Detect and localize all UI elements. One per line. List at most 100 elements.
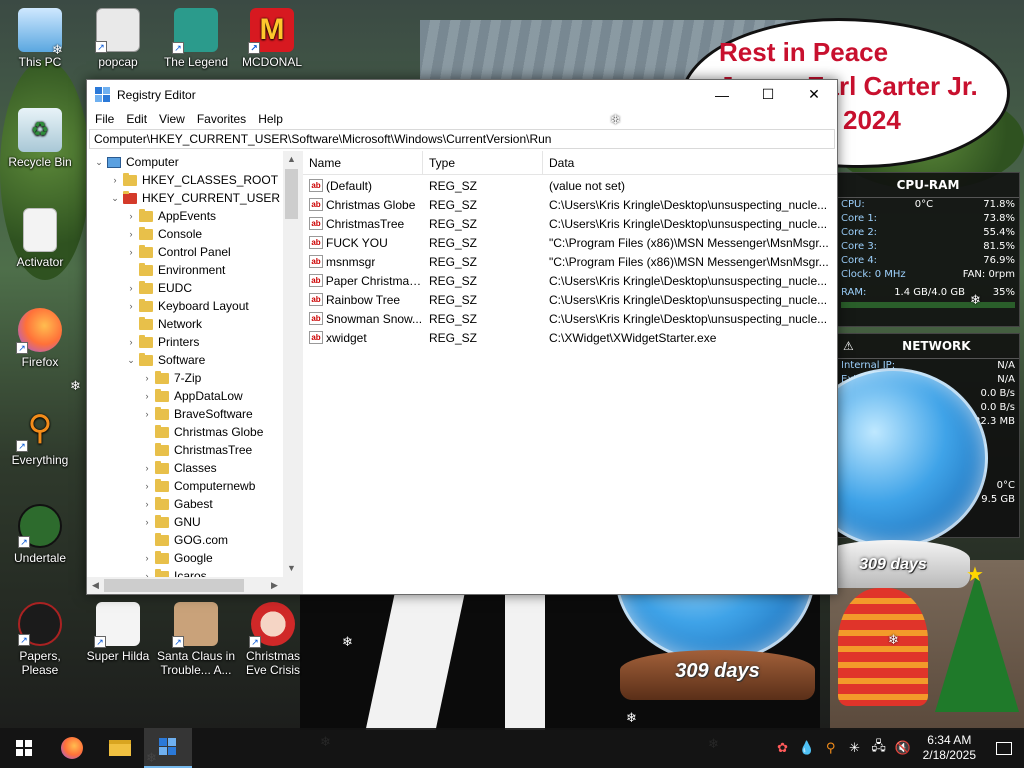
desktop-icon-the-legend[interactable]: ↗ The Legend [158, 8, 234, 69]
desktop-icon-santa-claus-in-trouble[interactable]: ↗ Santa Claus in Trouble... A... [156, 602, 236, 677]
tray-drop-icon[interactable]: 💧 [795, 740, 819, 756]
expand-chevron-icon[interactable]: › [125, 301, 137, 311]
taskbar-registry-editor[interactable] [144, 728, 192, 768]
column-header-data[interactable]: Data [543, 151, 833, 175]
start-button[interactable] [0, 728, 48, 768]
tree-node[interactable]: Christmas Globe [87, 423, 283, 441]
tree-node[interactable]: › BraveSoftware [87, 405, 283, 423]
desktop-icon-christmas-eve-crisis[interactable]: ↗ Christmas Eve Crisis [235, 602, 311, 677]
column-header-type[interactable]: Type [423, 150, 543, 175]
tree-node[interactable]: › Google [87, 549, 283, 567]
tree-node[interactable]: › AppEvents [87, 207, 283, 225]
tree-node[interactable]: › 7-Zip [87, 369, 283, 387]
tree-node[interactable]: › AppDataLow [87, 387, 283, 405]
collapse-chevron-icon[interactable]: ⌄ [109, 193, 121, 204]
scroll-left-arrow-icon[interactable]: ◀ [87, 577, 104, 594]
expand-chevron-icon[interactable]: › [141, 517, 153, 527]
desktop-icon-papers-please[interactable]: ↗ Papers, Please [2, 602, 78, 677]
value-data: C:\XWidget\XWidgetStarter.exe [549, 330, 717, 345]
registry-value-row[interactable]: ab Rainbow Tree REG_SZ C:\Users\Kris Kringl… [303, 290, 837, 309]
key-tree-pane[interactable]: ⌄ Computer › HKEY_CLASSES_ROOT ⌄ HKEY_CU… [87, 151, 303, 594]
expand-chevron-icon[interactable]: › [125, 247, 137, 257]
menu-file[interactable]: File [89, 112, 120, 126]
tray-gifts-icon[interactable]: ✿ [771, 740, 795, 756]
desktop-icon-activator[interactable]: Activator [2, 208, 78, 269]
scrollbar-thumb[interactable] [104, 579, 244, 592]
menu-edit[interactable]: Edit [120, 112, 153, 126]
tree-node-computer[interactable]: ⌄ Computer [87, 153, 283, 171]
registry-value-row[interactable]: ab xwidget REG_SZ C:\XWidget\XWidgetStarter… [303, 328, 837, 347]
taskbar-clock[interactable]: 6:34 AM 2/18/2025 [915, 733, 984, 763]
values-list-pane[interactable]: Name Type Data ab (Default) REG_SZ (value n… [303, 150, 837, 594]
minimize-button[interactable]: — [699, 80, 745, 109]
registry-editor-window[interactable]: Registry Editor — ☐ ✕ File Edit View Fav… [86, 79, 838, 595]
menu-favorites[interactable]: Favorites [191, 112, 252, 126]
scroll-up-arrow-icon[interactable]: ▲ [283, 151, 300, 168]
maximize-button[interactable]: ☐ [745, 80, 791, 109]
scroll-right-arrow-icon[interactable]: ▶ [266, 577, 283, 594]
tree-node[interactable]: › Gabest [87, 495, 283, 513]
desktop-icon-firefox[interactable]: ↗ Firefox [2, 308, 78, 369]
expand-chevron-icon[interactable]: › [141, 409, 153, 419]
desktop-icon-super-hilda[interactable]: ↗ Super Hilda [80, 602, 156, 663]
desktop-icon-recycle-bin[interactable]: ♻ Recycle Bin [2, 108, 78, 169]
tree-node[interactable]: › Printers [87, 333, 283, 351]
registry-value-row[interactable]: ab Christmas Globe REG_SZ C:\Users\Kris Kri… [303, 195, 837, 214]
menu-view[interactable]: View [153, 112, 191, 126]
desktop-icon-this-pc[interactable]: This PC [2, 8, 78, 69]
registry-value-row[interactable]: ab Paper Christmas... REG_SZ C:\Users\Kris … [303, 271, 837, 290]
registry-value-row[interactable]: ab Snowman Snow... REG_SZ C:\Users\Kris Kri… [303, 309, 837, 328]
tree-node-software[interactable]: ⌄ Software [87, 351, 283, 369]
scrollbar-thumb[interactable] [285, 169, 298, 219]
desktop-icon-mcdonald[interactable]: M ↗ MCDONAL [234, 8, 310, 69]
expand-chevron-icon[interactable]: › [125, 211, 137, 221]
close-button[interactable]: ✕ [791, 80, 837, 109]
tree-node[interactable]: › Keyboard Layout [87, 297, 283, 315]
taskbar-firefox[interactable] [48, 728, 96, 768]
collapse-chevron-icon[interactable]: ⌄ [93, 157, 105, 168]
desktop-icon-popcap[interactable]: ↗ popcap [80, 8, 156, 69]
collapse-chevron-icon[interactable]: ⌄ [125, 355, 137, 366]
registry-value-row[interactable]: ab (Default) REG_SZ (value not set) [303, 176, 837, 195]
tree-node-hkey-classes-root[interactable]: › HKEY_CLASSES_ROOT [87, 171, 283, 189]
title-bar[interactable]: Registry Editor — ☐ ✕ [87, 80, 837, 109]
column-header-name[interactable]: Name [303, 150, 423, 175]
desktop-icon-everything[interactable]: ⚲ ↗ Everything [2, 406, 78, 467]
registry-value-row[interactable]: ab ChristmasTree REG_SZ C:\Users\Kris Kring… [303, 214, 837, 233]
expand-chevron-icon[interactable]: › [141, 553, 153, 563]
menu-help[interactable]: Help [252, 112, 289, 126]
registry-value-row[interactable]: ab FUCK YOU REG_SZ "C:\Program Files (x86)\… [303, 233, 837, 252]
address-bar[interactable]: Computer\HKEY_CURRENT_USER\Software\Micr… [89, 129, 835, 149]
expand-chevron-icon[interactable]: › [141, 481, 153, 491]
expand-chevron-icon[interactable]: › [141, 499, 153, 509]
tree-node[interactable]: Environment [87, 261, 283, 279]
tree-node[interactable]: › Console [87, 225, 283, 243]
tree-node[interactable]: › Computernewb [87, 477, 283, 495]
scroll-down-arrow-icon[interactable]: ▼ [283, 560, 300, 577]
desktop-icon-undertale[interactable]: ↗ Undertale [2, 504, 78, 565]
notification-center-button[interactable] [984, 728, 1024, 768]
tree-vertical-scrollbar[interactable]: ▲ ▼ [283, 151, 300, 577]
tree-node[interactable]: › Classes [87, 459, 283, 477]
expand-chevron-icon[interactable]: › [109, 175, 121, 185]
expand-chevron-icon[interactable]: › [125, 283, 137, 293]
tree-node[interactable]: Network [87, 315, 283, 333]
tray-search-icon[interactable]: ⚲ [819, 740, 843, 756]
tree-node-hkey-current-user[interactable]: ⌄ HKEY_CURRENT_USER [87, 189, 283, 207]
tree-node[interactable]: › Control Panel [87, 243, 283, 261]
expand-chevron-icon[interactable]: › [141, 373, 153, 383]
expand-chevron-icon[interactable]: › [125, 337, 137, 347]
expand-chevron-icon[interactable]: › [141, 391, 153, 401]
tree-node[interactable]: GOG.com [87, 531, 283, 549]
tree-horizontal-scrollbar[interactable]: ◀ ▶ [87, 577, 300, 594]
expand-chevron-icon[interactable]: › [125, 229, 137, 239]
network-icon[interactable]: 🖧 [867, 737, 891, 759]
taskbar-file-explorer[interactable] [96, 728, 144, 768]
expand-chevron-icon[interactable]: › [141, 463, 153, 473]
tree-node[interactable]: › EUDC [87, 279, 283, 297]
volume-muted-icon[interactable]: 🔇 [891, 740, 915, 756]
tray-snowflake-icon[interactable]: ✳ [843, 740, 867, 756]
tree-node[interactable]: › GNU [87, 513, 283, 531]
registry-value-row[interactable]: ab msnmsgr REG_SZ "C:\Program Files (x86)\M… [303, 252, 837, 271]
tree-node[interactable]: ChristmasTree [87, 441, 283, 459]
